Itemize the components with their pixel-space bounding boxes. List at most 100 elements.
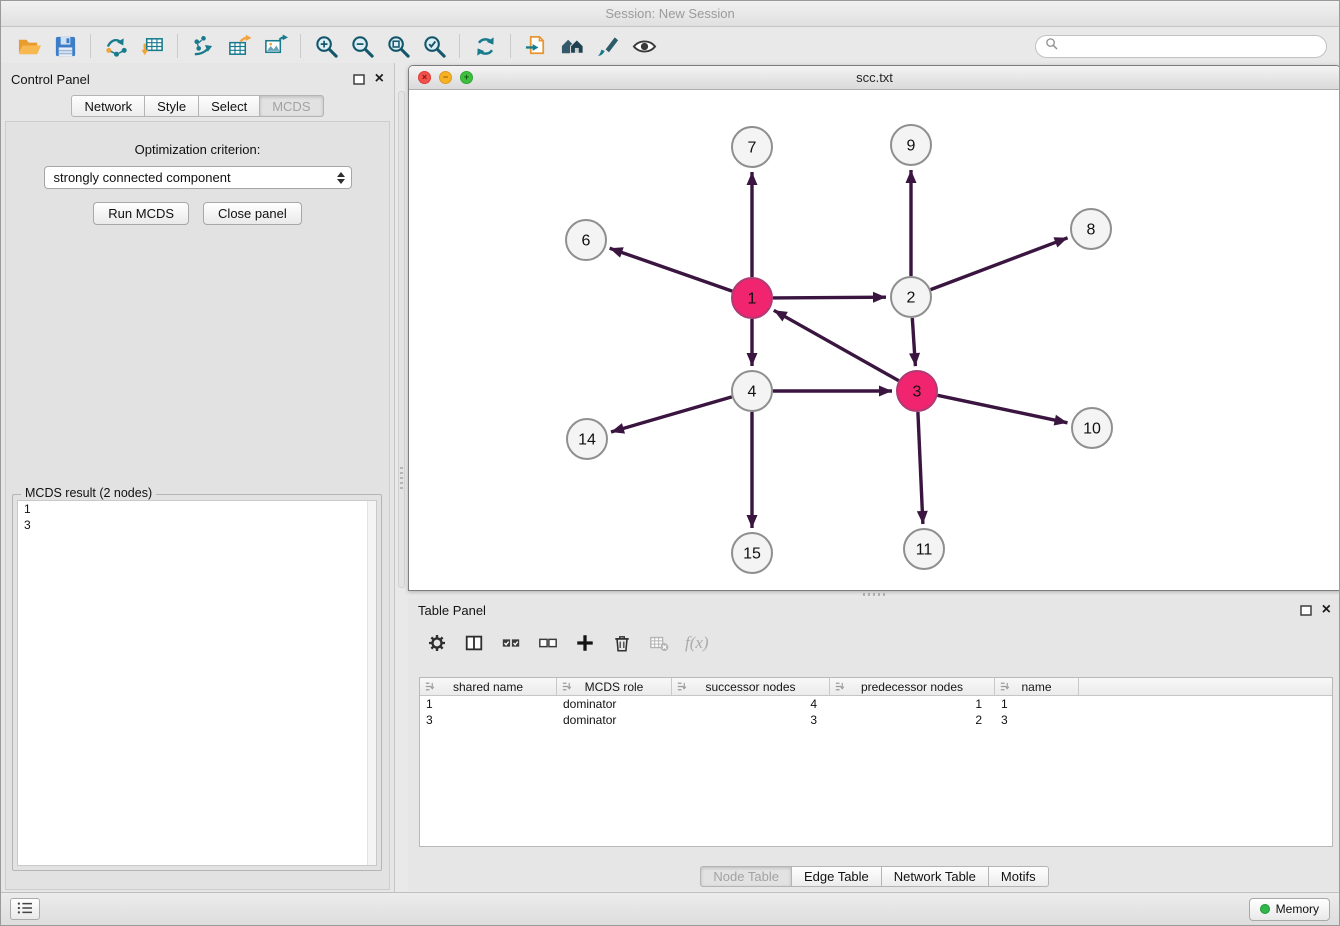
graph-edge[interactable] bbox=[938, 395, 1068, 423]
window-titlebar[interactable]: Session: New Session bbox=[1, 1, 1339, 27]
column-header-successor-nodes[interactable]: successor nodes bbox=[672, 678, 830, 695]
graph-edge[interactable] bbox=[931, 238, 1068, 290]
tab-node-table[interactable]: Node Table bbox=[700, 866, 792, 887]
graph-node[interactable]: 2 bbox=[891, 277, 931, 317]
mcds-result-box: MCDS result (2 nodes) 13 bbox=[12, 494, 382, 871]
zoom-selected-button[interactable] bbox=[416, 30, 452, 62]
open-file-button[interactable] bbox=[11, 30, 47, 62]
export-table-button[interactable] bbox=[221, 30, 257, 62]
optimization-label: Optimization criterion: bbox=[6, 142, 389, 157]
refresh-button[interactable] bbox=[467, 30, 503, 62]
optimization-select[interactable]: strongly connected component bbox=[44, 166, 352, 189]
graph-edge[interactable] bbox=[773, 297, 886, 298]
graph-node[interactable]: 10 bbox=[1072, 408, 1112, 448]
import-network-button[interactable] bbox=[98, 30, 134, 62]
horizontal-splitter[interactable] bbox=[408, 591, 1340, 598]
delete-row-button[interactable] bbox=[605, 628, 639, 658]
table-panel: Table Panel × f(x) shared nameMCDS roles… bbox=[408, 598, 1340, 891]
function-builder-button[interactable]: f(x) bbox=[685, 633, 709, 653]
control-panel-tabs: NetworkStyleSelectMCDS bbox=[1, 95, 394, 117]
graph-edge[interactable] bbox=[912, 318, 915, 366]
close-panel-icon[interactable]: × bbox=[375, 71, 384, 87]
graph-node[interactable]: 1 bbox=[732, 278, 772, 318]
tab-mcds[interactable]: MCDS bbox=[259, 95, 323, 117]
tab-edge-table[interactable]: Edge Table bbox=[791, 866, 882, 887]
list-icon bbox=[16, 901, 34, 918]
zoom-fit-button[interactable] bbox=[380, 30, 416, 62]
gear-button[interactable] bbox=[420, 628, 454, 658]
svg-text:14: 14 bbox=[578, 432, 596, 449]
graph-edge[interactable] bbox=[918, 412, 923, 524]
mcds-result-list[interactable]: 13 bbox=[17, 500, 377, 866]
delete-table-button[interactable] bbox=[642, 628, 676, 658]
export-network-button[interactable] bbox=[185, 30, 221, 62]
graph-node[interactable]: 14 bbox=[567, 419, 607, 459]
add-row-button[interactable] bbox=[568, 628, 602, 658]
select-all-button[interactable] bbox=[494, 628, 528, 658]
vertical-splitter[interactable] bbox=[398, 91, 405, 588]
tab-style[interactable]: Style bbox=[144, 95, 199, 117]
table-row[interactable]: 1dominator411 bbox=[420, 696, 1332, 712]
table-row[interactable]: 3dominator323 bbox=[420, 712, 1332, 728]
maximize-window-icon[interactable]: + bbox=[460, 71, 473, 84]
run-mcds-button[interactable]: Run MCDS bbox=[93, 202, 189, 225]
network-window-titlebar[interactable]: scc.txt × − + bbox=[409, 66, 1340, 90]
graph-node[interactable]: 6 bbox=[566, 220, 606, 260]
export-network-icon bbox=[191, 34, 216, 59]
close-panel-button[interactable]: Close panel bbox=[203, 202, 302, 225]
save-session-icon bbox=[53, 34, 78, 59]
split-columns-icon bbox=[464, 633, 484, 653]
task-history-button[interactable] bbox=[10, 898, 40, 920]
result-line: 3 bbox=[18, 517, 376, 533]
graph-node[interactable]: 3 bbox=[897, 371, 937, 411]
graph-node[interactable]: 15 bbox=[732, 533, 772, 573]
tab-network-table[interactable]: Network Table bbox=[881, 866, 989, 887]
split-columns-button[interactable] bbox=[457, 628, 491, 658]
column-header-MCDS-role[interactable]: MCDS role bbox=[557, 678, 672, 695]
minimize-window-icon[interactable]: − bbox=[439, 71, 452, 84]
graph-node[interactable]: 8 bbox=[1071, 209, 1111, 249]
graph-canvas[interactable]: 7 9 6 8 1 2 4 3 14 10 15 11 bbox=[409, 90, 1340, 590]
search-input[interactable] bbox=[1063, 39, 1317, 53]
home-button[interactable] bbox=[554, 30, 590, 62]
export-image-button[interactable] bbox=[257, 30, 293, 62]
sort-icon bbox=[561, 681, 572, 695]
memory-button[interactable]: Memory bbox=[1249, 898, 1330, 921]
home-icon bbox=[560, 34, 585, 59]
network-window: scc.txt × − + 7 9 6 8 1 2 4 3 14 10 15 11 bbox=[408, 65, 1340, 591]
result-scrollbar[interactable] bbox=[367, 501, 376, 865]
column-header-predecessor-nodes[interactable]: predecessor nodes bbox=[830, 678, 995, 695]
graph-node[interactable]: 7 bbox=[732, 127, 772, 167]
sort-icon bbox=[834, 681, 845, 695]
paintbrush-button[interactable] bbox=[590, 30, 626, 62]
svg-text:3: 3 bbox=[913, 384, 922, 401]
zoom-out-button[interactable] bbox=[344, 30, 380, 62]
main-toolbar-buttons bbox=[11, 30, 662, 62]
save-session-button[interactable] bbox=[47, 30, 83, 62]
float-panel-icon[interactable] bbox=[353, 73, 366, 85]
graph-edge[interactable] bbox=[611, 397, 732, 432]
eye-button[interactable] bbox=[626, 30, 662, 62]
import-table-button[interactable] bbox=[134, 30, 170, 62]
column-header-name[interactable]: name bbox=[995, 678, 1079, 695]
deselect-all-icon bbox=[538, 633, 558, 653]
graph-node[interactable]: 11 bbox=[904, 529, 944, 569]
graph-node[interactable]: 9 bbox=[891, 125, 931, 165]
deselect-all-button[interactable] bbox=[531, 628, 565, 658]
duplicate-page-button[interactable] bbox=[518, 30, 554, 62]
graph-edge[interactable] bbox=[774, 310, 899, 380]
tab-select[interactable]: Select bbox=[198, 95, 260, 117]
graph-node[interactable]: 4 bbox=[732, 371, 772, 411]
close-table-panel-icon[interactable]: × bbox=[1322, 602, 1331, 618]
tab-network[interactable]: Network bbox=[71, 95, 145, 117]
float-table-panel-icon[interactable] bbox=[1300, 604, 1313, 616]
graph-edge[interactable] bbox=[610, 248, 733, 291]
result-line: 1 bbox=[18, 501, 376, 517]
search-box[interactable] bbox=[1035, 35, 1327, 58]
zoom-in-button[interactable] bbox=[308, 30, 344, 62]
close-window-icon[interactable]: × bbox=[418, 71, 431, 84]
optimization-select-value: strongly connected component bbox=[54, 170, 231, 185]
column-header-shared-name[interactable]: shared name bbox=[420, 678, 557, 695]
svg-text:4: 4 bbox=[748, 384, 757, 401]
tab-motifs[interactable]: Motifs bbox=[988, 866, 1049, 887]
